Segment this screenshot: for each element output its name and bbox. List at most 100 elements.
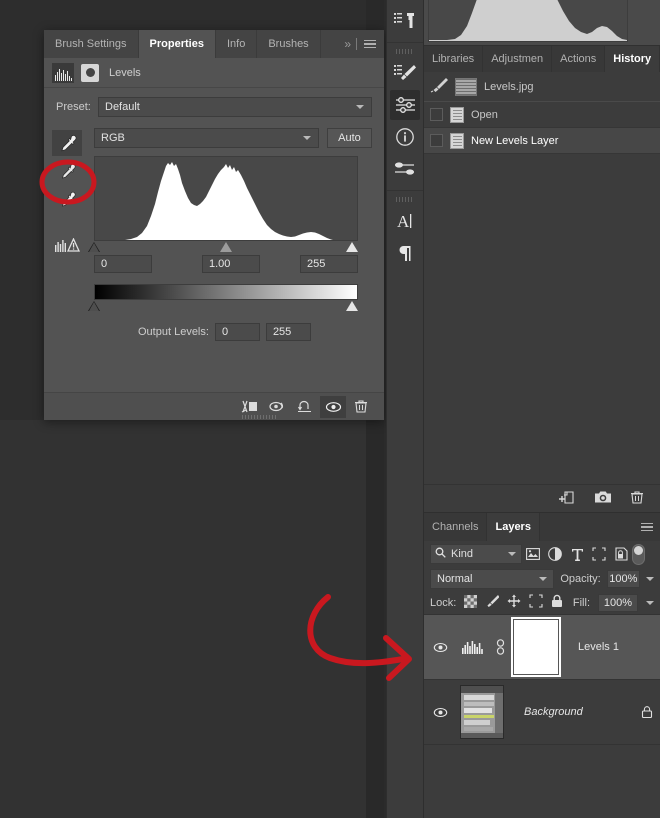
lock-all-icon[interactable] bbox=[551, 594, 563, 611]
tab-label: Actions bbox=[560, 53, 597, 65]
lock-image-pixels-icon[interactable] bbox=[485, 594, 500, 611]
input-gamma-field[interactable]: 1.00 bbox=[202, 255, 260, 273]
tab-info[interactable]: Info bbox=[216, 30, 258, 58]
output-levels-slider[interactable] bbox=[88, 300, 358, 313]
create-snapshot-button[interactable] bbox=[594, 490, 612, 507]
info-icon[interactable] bbox=[390, 122, 420, 152]
clone-source-icon[interactable] bbox=[390, 6, 420, 36]
dock-group-3: A bbox=[387, 191, 423, 274]
fill-field[interactable]: 100% bbox=[598, 593, 638, 612]
histogram-graph bbox=[94, 156, 358, 241]
dock-drag-grip[interactable] bbox=[396, 197, 414, 202]
dock-group-2 bbox=[387, 43, 423, 191]
output-white-value: 255 bbox=[272, 326, 292, 338]
fill-stepper-icon[interactable] bbox=[646, 600, 654, 605]
blend-mode-row: Normal Opacity: 100% bbox=[424, 567, 660, 591]
output-white-slider-handle[interactable] bbox=[346, 301, 358, 311]
tab-properties[interactable]: Properties bbox=[138, 30, 216, 58]
filter-type-layers-icon[interactable] bbox=[566, 544, 588, 564]
levels-histogram-display bbox=[94, 156, 358, 241]
set-white-point-eyedropper[interactable] bbox=[52, 186, 82, 212]
layer-mask-thumbnail[interactable] bbox=[511, 617, 561, 677]
set-gray-point-eyedropper[interactable] bbox=[52, 158, 82, 184]
adjustments-icon[interactable] bbox=[390, 90, 420, 120]
tab-actions[interactable]: Actions bbox=[552, 46, 606, 72]
history-panel: Libraries Adjustmen Actions History Leve… bbox=[424, 46, 660, 512]
auto-button[interactable]: Auto bbox=[327, 128, 372, 148]
tab-channels[interactable]: Channels bbox=[424, 513, 488, 541]
properties-tab-bar: Brush Settings Properties Info Brushes » bbox=[44, 30, 384, 58]
history-state-label: Open bbox=[471, 108, 498, 121]
reset-adjustment-button[interactable] bbox=[292, 396, 318, 418]
layer-visibility-toggle[interactable] bbox=[428, 642, 452, 653]
preset-dropdown[interactable]: Default bbox=[98, 97, 372, 117]
input-levels-fields: 0 1.00 255 bbox=[94, 255, 358, 277]
double-chevron-right-icon[interactable]: » bbox=[344, 37, 351, 51]
output-black-slider-handle[interactable] bbox=[88, 301, 100, 311]
filter-adjustment-layers-icon[interactable] bbox=[544, 544, 566, 564]
layer-thumbnail[interactable] bbox=[460, 685, 504, 739]
panel-menu-icon[interactable] bbox=[641, 513, 660, 541]
blend-mode-value: Normal bbox=[437, 573, 473, 585]
input-black-field[interactable]: 0 bbox=[94, 255, 152, 273]
dock-drag-grip[interactable] bbox=[396, 49, 414, 54]
history-state-open[interactable]: Open bbox=[424, 102, 660, 128]
layer-filter-row: Kind bbox=[424, 541, 660, 567]
lock-row: Lock: Fill: 100% bbox=[424, 591, 660, 615]
layer-row-background[interactable]: Background bbox=[424, 680, 660, 745]
filter-enable-toggle[interactable] bbox=[632, 543, 645, 565]
new-document-from-state-button[interactable] bbox=[559, 490, 576, 508]
panel-menu-icon[interactable] bbox=[364, 38, 376, 51]
layer-mask-link-icon[interactable] bbox=[494, 639, 506, 655]
histogram-warning-icon[interactable] bbox=[52, 238, 90, 252]
filter-shape-layers-icon[interactable] bbox=[588, 544, 610, 564]
panel-resize-grip[interactable] bbox=[242, 415, 276, 419]
delete-adjustment-layer-button[interactable] bbox=[348, 396, 374, 418]
filter-kind-dropdown[interactable]: Kind bbox=[430, 544, 522, 564]
input-levels-slider[interactable] bbox=[88, 241, 358, 254]
layer-row-levels-1[interactable]: Levels 1 bbox=[424, 615, 660, 680]
lock-position-icon[interactable] bbox=[507, 594, 521, 611]
lock-artboard-nesting-icon[interactable] bbox=[529, 594, 543, 611]
lock-transparent-pixels-icon[interactable] bbox=[464, 594, 478, 611]
white-point-slider-handle[interactable] bbox=[346, 242, 358, 252]
history-state-marker[interactable] bbox=[430, 134, 443, 147]
output-white-field[interactable]: 255 bbox=[265, 323, 311, 341]
history-state-new-levels-layer[interactable]: New Levels Layer bbox=[424, 128, 660, 154]
input-white-value: 255 bbox=[307, 258, 326, 270]
history-state-marker[interactable] bbox=[430, 108, 443, 121]
histogram-preview-graph bbox=[428, 0, 628, 42]
black-point-slider-handle[interactable] bbox=[88, 242, 100, 252]
tab-layers[interactable]: Layers bbox=[487, 513, 540, 541]
output-black-field[interactable]: 0 bbox=[214, 323, 260, 341]
channel-row: RGB Auto bbox=[94, 128, 372, 148]
paragraph-icon[interactable] bbox=[390, 238, 420, 268]
blend-mode-dropdown[interactable]: Normal bbox=[430, 569, 555, 589]
set-black-point-eyedropper[interactable] bbox=[52, 130, 82, 156]
tab-history[interactable]: History bbox=[605, 46, 660, 72]
output-gradient-bar bbox=[94, 284, 358, 300]
tab-brush-settings[interactable]: Brush Settings bbox=[44, 30, 139, 58]
character-icon[interactable]: A bbox=[390, 206, 420, 236]
layer-locked-icon bbox=[634, 705, 660, 719]
filter-pixel-layers-icon[interactable] bbox=[522, 544, 544, 564]
delete-state-button[interactable] bbox=[630, 490, 644, 508]
layer-name: Background bbox=[524, 706, 583, 718]
tab-brushes[interactable]: Brushes bbox=[257, 30, 321, 58]
svg-text:A: A bbox=[397, 212, 410, 231]
tab-libraries[interactable]: Libraries bbox=[424, 46, 484, 72]
eyedropper-tool-column bbox=[52, 130, 90, 252]
properties-icon[interactable] bbox=[390, 154, 420, 184]
gamma-slider-handle[interactable] bbox=[220, 242, 232, 252]
tab-adjustments[interactable]: Adjustmen bbox=[483, 46, 553, 72]
layer-visibility-toggle[interactable] bbox=[428, 707, 452, 718]
opacity-field[interactable]: 100% bbox=[606, 570, 640, 588]
snapshot-thumbnail bbox=[455, 77, 477, 96]
input-white-field[interactable]: 255 bbox=[300, 255, 358, 273]
channel-dropdown[interactable]: RGB bbox=[94, 128, 319, 148]
opacity-stepper-icon[interactable] bbox=[646, 577, 654, 581]
brush-settings-icon[interactable] bbox=[390, 58, 420, 88]
history-snapshot-row[interactable]: Levels.jpg bbox=[424, 72, 660, 102]
filter-smart-object-icon[interactable] bbox=[610, 544, 632, 564]
toggle-layer-visibility-button[interactable] bbox=[320, 395, 346, 418]
